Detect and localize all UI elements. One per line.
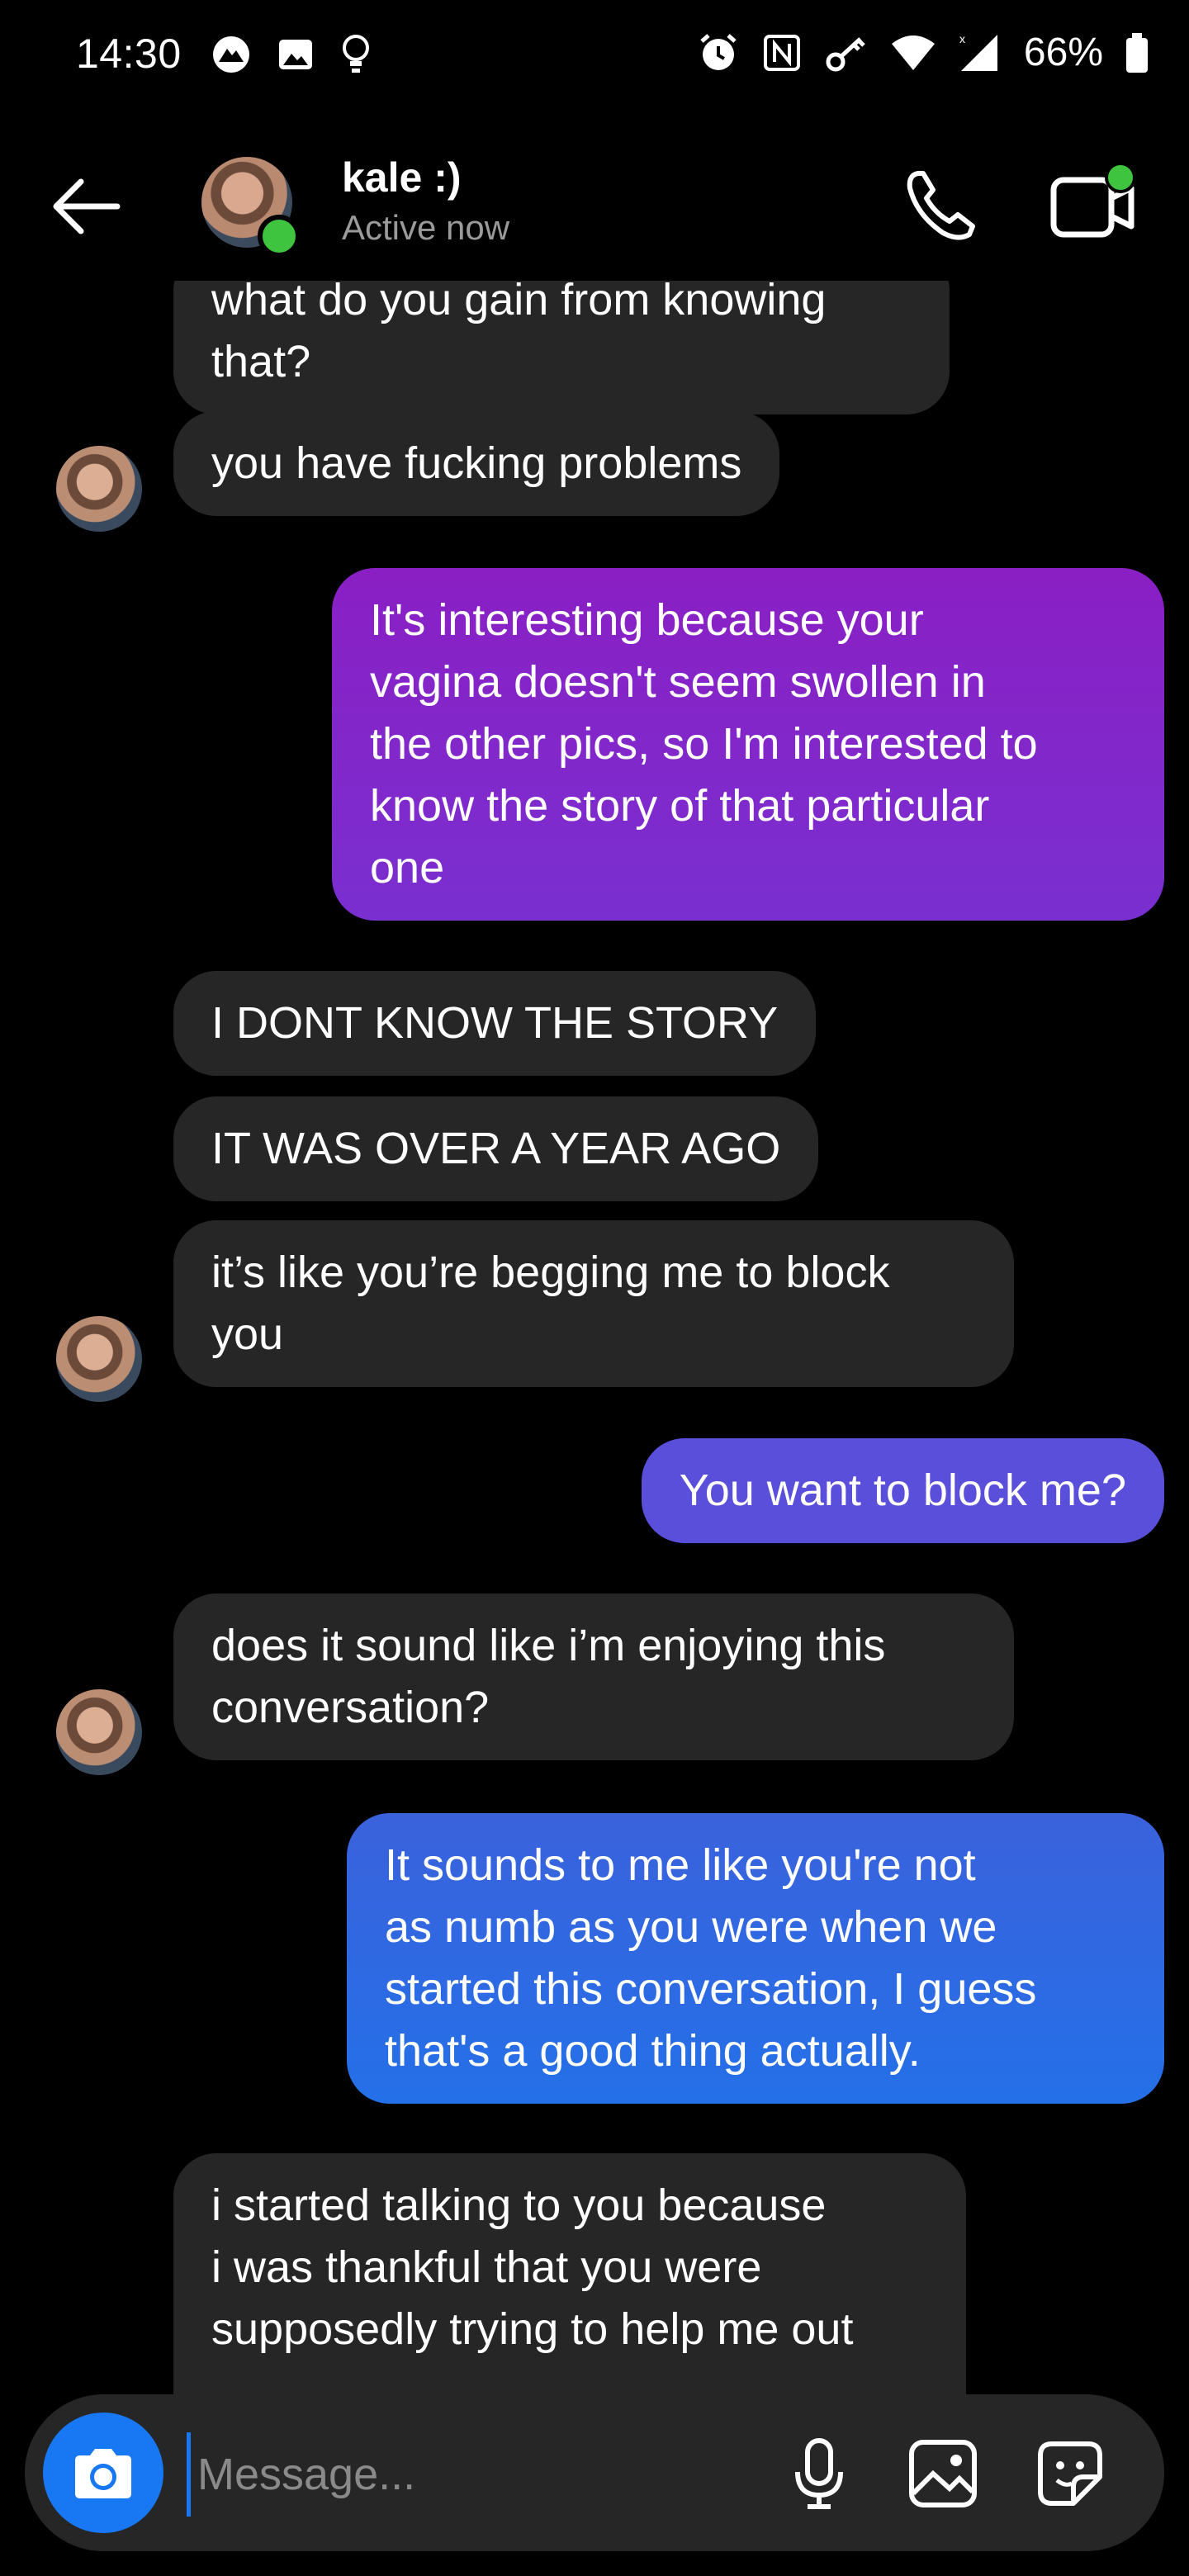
contact-avatar-small[interactable]: [56, 1689, 142, 1775]
message-composer: [25, 2394, 1164, 2551]
message-bubble-received[interactable]: I DONT KNOW THE STORY: [173, 971, 817, 1076]
message-bubble-received[interactable]: you have fucking problems: [173, 411, 780, 516]
message-bubble-received[interactable]: i started talking to you because i was t…: [173, 2153, 966, 2401]
message-bubble-sent[interactable]: You want to block me?: [641, 1438, 1164, 1543]
message-bubble-received[interactable]: does it sound like i’m enjoying this con…: [173, 1593, 1014, 1760]
camera-icon: [75, 2449, 131, 2498]
sticker-icon[interactable]: [1032, 2436, 1108, 2512]
camera-button[interactable]: [43, 2413, 163, 2533]
message-bubble-received[interactable]: it’s like you’re begging me to block you: [173, 1220, 1014, 1387]
image-icon[interactable]: [905, 2436, 981, 2512]
message-input[interactable]: [187, 2432, 793, 2517]
message-bubble-sent[interactable]: It sounds to me like you're not as numb …: [347, 1813, 1164, 2104]
contact-avatar-small[interactable]: [56, 1316, 142, 1402]
message-bubble-received[interactable]: IT WAS OVER A YEAR AGO: [173, 1096, 819, 1201]
microphone-icon[interactable]: [781, 2436, 857, 2512]
contact-name[interactable]: kale :): [342, 154, 462, 201]
video-call-button[interactable]: [1049, 162, 1139, 244]
online-indicator: [258, 215, 301, 258]
chat-header: kale :) Active now: [0, 132, 1189, 281]
message-bubble-sent[interactable]: It's interesting because your vagina doe…: [332, 568, 1164, 921]
contact-avatar-small[interactable]: [56, 446, 142, 532]
active-status: Active now: [342, 208, 510, 247]
message-thread[interactable]: what do you gain from knowing that? you …: [0, 0, 1189, 2576]
video-online-indicator: [1105, 162, 1136, 193]
phone-icon[interactable]: [900, 163, 983, 246]
back-arrow-icon[interactable]: [48, 173, 122, 239]
